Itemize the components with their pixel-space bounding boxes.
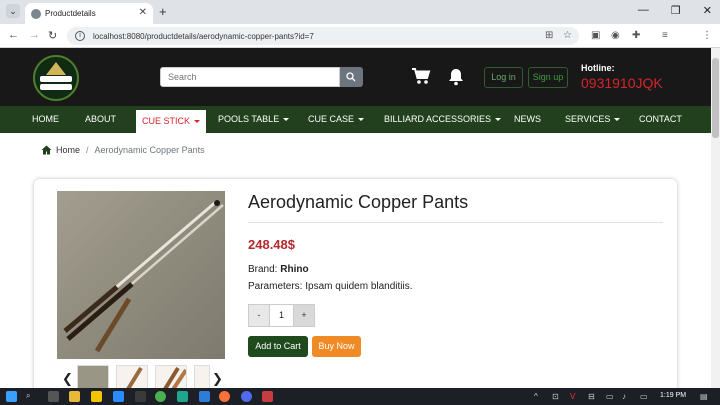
nav-item-cue-case[interactable]: CUE CASE <box>308 106 365 133</box>
cart-icon[interactable] <box>411 67 431 90</box>
product-title: Aerodynamic Copper Pants <box>248 192 469 212</box>
logo-band-2 <box>40 84 72 90</box>
hotline-number[interactable]: 0931910JQK <box>581 75 663 91</box>
nav-item-home[interactable]: HOME <box>32 106 59 133</box>
vscode-icon[interactable] <box>199 391 210 402</box>
url-field[interactable]: i localhost:8080/productdetails/aerodyna… <box>67 27 579 45</box>
cue-stick-image <box>63 199 224 353</box>
app-icon[interactable] <box>135 391 146 402</box>
breadcrumb-current: Aerodynamic Copper Pants <box>94 145 205 155</box>
discord-icon[interactable] <box>241 391 252 402</box>
qty-increase-button[interactable]: + <box>293 304 315 327</box>
nav-item-contact[interactable]: CONTACT <box>639 106 682 133</box>
main-nav: HOME ABOUT CUE STICK POOLS TABLE CUE CAS… <box>0 106 711 133</box>
reload-icon[interactable]: ↻ <box>48 29 57 42</box>
battery-icon[interactable]: ▭ <box>640 392 648 401</box>
chevron-down-icon <box>614 118 621 122</box>
search-icon[interactable]: ⌕ <box>26 391 37 402</box>
logo-triangle <box>46 62 66 75</box>
signup-button[interactable]: Sign up <box>528 67 568 88</box>
tab-title: Productdetails <box>45 9 96 18</box>
extension-icon-2[interactable]: ◉ <box>611 30 620 41</box>
scrollbar-thumb[interactable] <box>712 58 719 138</box>
tray-icon-1[interactable]: ⊡ <box>552 392 559 401</box>
sticky-notes-icon[interactable] <box>91 391 102 402</box>
nav-item-about[interactable]: ABOUT <box>85 106 116 133</box>
browser-tab[interactable]: Productdetails ✕ <box>25 3 153 24</box>
volume-icon[interactable]: ♪ <box>622 392 626 401</box>
nav-item-pools-table[interactable]: POOLS TABLE <box>218 106 290 133</box>
minimize-button[interactable]: — <box>638 4 649 17</box>
extension-icon[interactable]: ▣ <box>591 30 600 41</box>
globe-icon <box>31 8 41 19</box>
home-icon <box>41 145 52 155</box>
qty-input[interactable]: 1 <box>270 304 293 327</box>
file-explorer-icon[interactable] <box>69 391 80 402</box>
search-input[interactable] <box>160 67 340 87</box>
reading-list-icon[interactable]: ≡ <box>662 30 668 41</box>
product-image[interactable] <box>57 191 225 359</box>
edge-icon[interactable] <box>177 391 188 402</box>
taskbar-clock[interactable]: 1:19 PM <box>660 392 686 399</box>
search-icon <box>346 72 356 82</box>
chevron-down-icon <box>358 118 365 122</box>
site-info-icon[interactable]: i <box>75 31 85 41</box>
chevron-down-icon <box>283 118 290 122</box>
browser-tabstrip: ⌄ Productdetails ✕ + — ❐ ✕ <box>0 0 720 24</box>
chevron-down-icon <box>194 120 201 124</box>
url-text: localhost:8080/productdetails/aerodynami… <box>93 31 314 41</box>
nav-item-news[interactable]: NEWS <box>514 106 541 133</box>
product-brand: Brand: Rhino <box>248 264 309 275</box>
taskbar: ⌕ ^ ⊡ V ⊟ ▭ ♪ ▭ 1:19 PM ▤ <box>0 388 720 405</box>
tab-search-button[interactable]: ⌄ <box>6 4 20 18</box>
close-window-button[interactable]: ✕ <box>703 4 712 17</box>
search-button[interactable] <box>340 67 363 87</box>
back-icon[interactable]: ← <box>8 29 19 41</box>
translate-icon[interactable]: ⊞ <box>545 30 553 41</box>
tray-icon-v[interactable]: V <box>570 392 575 401</box>
window-controls: — ❐ ✕ <box>638 4 712 17</box>
new-tab-button[interactable]: + <box>159 4 167 19</box>
windows-start-icon[interactable] <box>6 391 17 402</box>
address-bar-row: ← → ↻ i localhost:8080/productdetails/ae… <box>0 24 720 66</box>
notification-icon[interactable]: ▤ <box>700 392 708 401</box>
maximize-button[interactable]: ❐ <box>671 4 681 17</box>
tray-icon-2[interactable]: ⊟ <box>588 392 595 401</box>
page-scrollbar[interactable] <box>711 48 720 388</box>
nav-item-services[interactable]: SERVICES <box>565 106 621 133</box>
qty-decrease-button[interactable]: - <box>248 304 270 327</box>
bell-icon[interactable] <box>447 67 465 91</box>
title-divider <box>248 222 663 223</box>
tab-close-icon[interactable]: ✕ <box>139 7 147 18</box>
tray-up-icon[interactable]: ^ <box>534 392 538 401</box>
puzzle-icon[interactable]: ✚ <box>632 30 640 41</box>
task-view-icon[interactable] <box>48 391 59 402</box>
app-icon-2[interactable] <box>262 391 273 402</box>
bookmark-star-icon[interactable]: ☆ <box>563 30 572 41</box>
firefox-icon[interactable] <box>219 391 230 402</box>
chrome-menu-icon[interactable]: ⋮ <box>702 30 712 41</box>
thumb-next-button[interactable]: ❯ <box>212 371 223 387</box>
product-params: Parameters: Ipsam quidem blanditiis. <box>248 281 413 292</box>
chrome-icon[interactable] <box>155 391 166 402</box>
buy-now-button[interactable]: Buy Now <box>312 336 361 357</box>
breadcrumb-separator: / <box>86 145 89 155</box>
mail-icon[interactable] <box>113 391 124 402</box>
logo-band-1 <box>40 76 72 82</box>
hotline-label: Hotline: <box>581 63 615 73</box>
site-logo[interactable] <box>33 55 79 101</box>
breadcrumb-home-link[interactable]: Home <box>56 145 80 155</box>
tray-icon-3[interactable]: ▭ <box>606 392 614 401</box>
nav-item-billiard-accessories[interactable]: BILLIARD ACCESSORIES <box>384 106 502 133</box>
forward-icon[interactable]: → <box>29 29 40 41</box>
product-price: 248.48$ <box>248 237 295 252</box>
login-button[interactable]: Log in <box>484 67 523 88</box>
nav-item-cue-stick[interactable]: CUE STICK <box>136 110 207 133</box>
chevron-down-icon <box>495 118 502 122</box>
breadcrumb: Home / Aerodynamic Copper Pants <box>41 145 205 155</box>
add-to-cart-button[interactable]: Add to Cart <box>248 336 308 357</box>
